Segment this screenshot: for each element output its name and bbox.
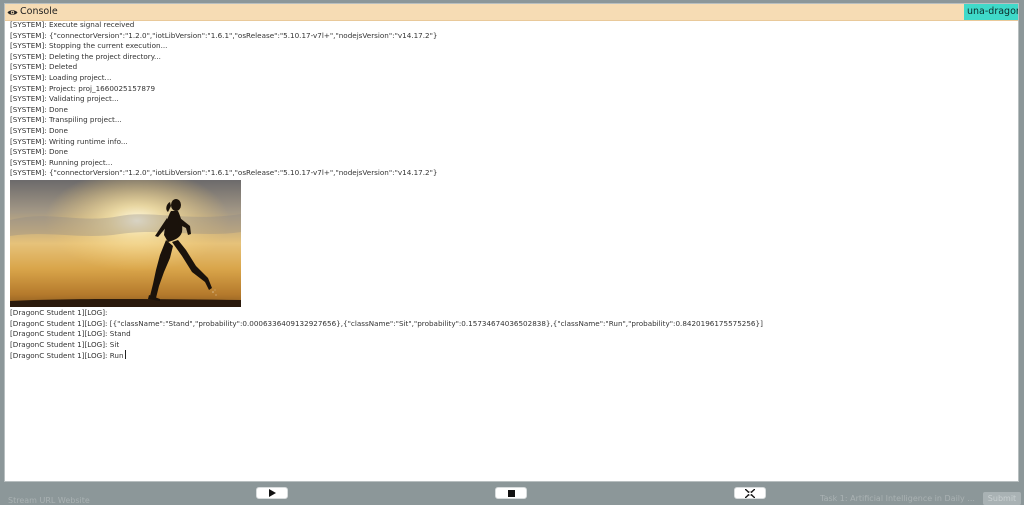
log-line: [DragonC Student 1][LOG]:	[10, 307, 108, 317]
log-line: [SYSTEM]: Done	[10, 104, 68, 114]
stop-button[interactable]	[495, 487, 527, 499]
collapse-icon	[745, 488, 755, 498]
log-line-current: [DragonC Student 1][LOG]: Run	[10, 350, 1014, 361]
console-log-area[interactable]: [SYSTEM]: Execute signal received [SYSTEM…	[10, 20, 1014, 477]
runner-silhouette-image	[10, 179, 241, 307]
student-log-list: [DragonC Student 1][LOG]: [DragonC Studen…	[10, 308, 1014, 350]
log-line: [SYSTEM]: Done	[10, 147, 68, 157]
log-line: [SYSTEM]: Transpiling project...	[10, 115, 122, 125]
console-title[interactable]: Console	[7, 4, 58, 20]
system-log-list: [SYSTEM]: Execute signal received [SYSTEM…	[10, 20, 1014, 179]
console-title-label: Console	[20, 6, 58, 17]
log-line: [SYSTEM]: {"connectorVersion":"1.2.0","i…	[10, 168, 438, 178]
log-line: [DragonC Student 1][LOG]: Sit	[10, 339, 120, 349]
log-line: [SYSTEM]: Done	[10, 125, 68, 135]
log-line: [DragonC Student 1][LOG]: [{"className":…	[10, 318, 763, 328]
log-line: [SYSTEM]: Writing runtime info...	[10, 136, 128, 146]
background-task-select: Task 1: Artificial Intelligence in Daily…	[820, 494, 975, 503]
log-line: [DragonC Student 1][LOG]: Stand	[10, 329, 131, 339]
background-stream-links: Stream URL Website	[8, 496, 90, 505]
console-window: Console una-dragon-pi [SYSTEM]: Execute …	[4, 3, 1019, 482]
log-image-runner	[10, 179, 241, 307]
log-line: [SYSTEM]: Execute signal received	[10, 20, 135, 29]
collapse-button[interactable]	[734, 487, 766, 499]
log-line: [SYSTEM]: Deleting the project directory…	[10, 51, 161, 61]
stop-icon	[507, 489, 515, 497]
log-line: [SYSTEM]: Validating project...	[10, 94, 119, 104]
play-button[interactable]	[256, 487, 288, 499]
background-submit-button: Submit	[983, 492, 1021, 505]
log-line: [SYSTEM]: Deleted	[10, 62, 78, 72]
log-line: [SYSTEM]: Project: proj_1660025157879	[10, 83, 156, 93]
current-log-text: [DragonC Student 1][LOG]: Run	[10, 351, 124, 361]
log-line: [SYSTEM]: {"connectorVersion":"1.2.0","i…	[10, 30, 438, 40]
log-line: [SYSTEM]: Loading project...	[10, 72, 112, 82]
log-line: [SYSTEM]: Stopping the current execution…	[10, 41, 168, 51]
device-badge[interactable]: una-dragon-pi	[964, 4, 1018, 20]
log-line: [SYSTEM]: Running project...	[10, 157, 113, 167]
play-icon	[268, 489, 276, 497]
text-caret	[124, 350, 126, 360]
eye-icon	[7, 9, 18, 15]
console-header: Console una-dragon-pi	[5, 4, 1018, 21]
